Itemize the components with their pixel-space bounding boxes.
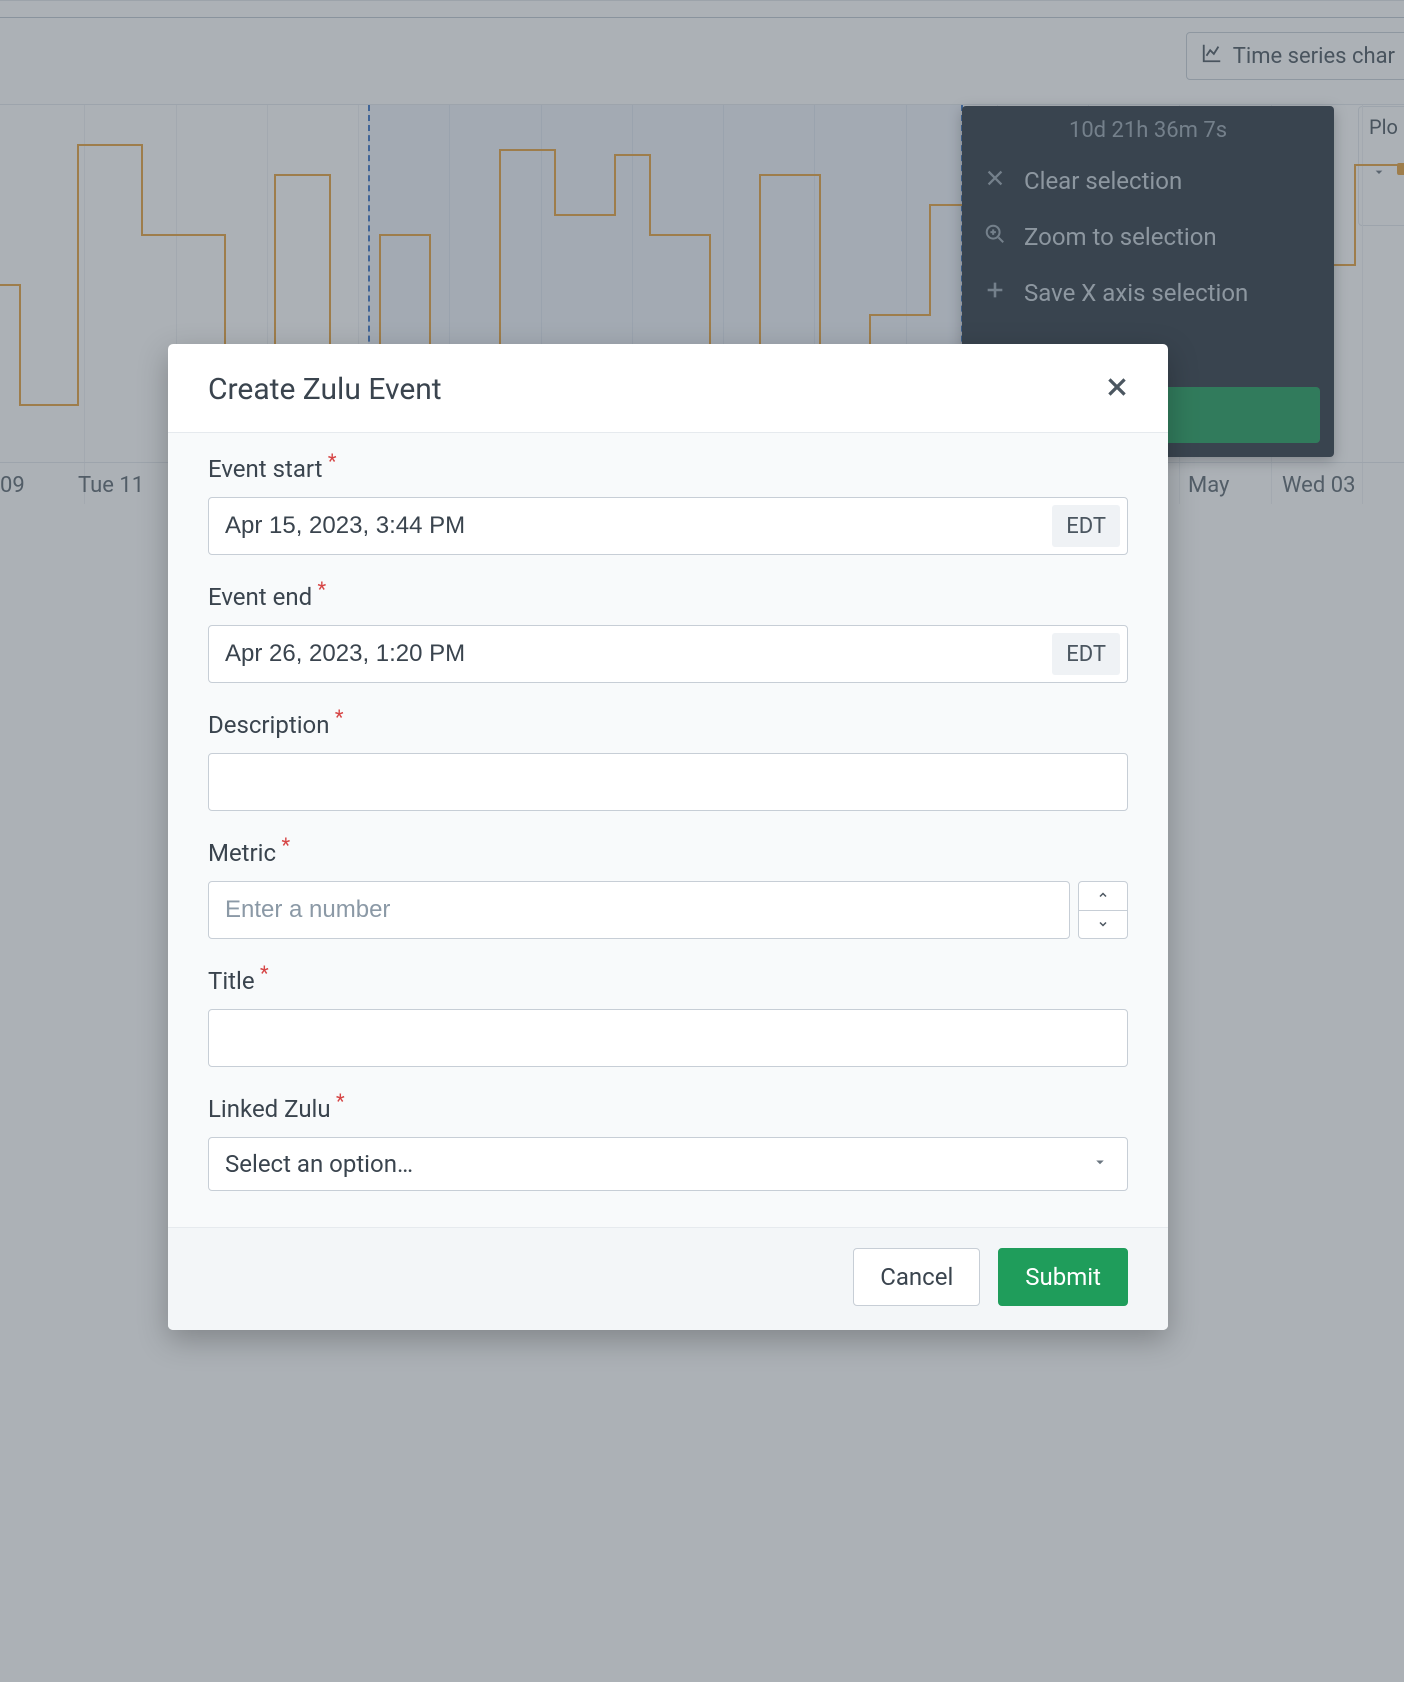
required-asterisk-icon: * (281, 833, 290, 857)
required-asterisk-icon: * (317, 577, 326, 601)
cancel-button-label: Cancel (880, 1263, 953, 1291)
event-end-input[interactable] (208, 625, 1128, 683)
timezone-badge: EDT (1052, 633, 1120, 675)
metric-field: Metric * (208, 839, 1128, 939)
required-asterisk-icon: * (328, 449, 337, 473)
close-icon (1104, 385, 1130, 404)
metric-increment-button[interactable] (1079, 882, 1127, 911)
required-asterisk-icon: * (336, 1089, 345, 1113)
description-label: Description * (208, 711, 330, 739)
field-label-text: Metric (208, 839, 276, 867)
submit-button[interactable]: Submit (998, 1248, 1128, 1306)
submit-button-label: Submit (1025, 1263, 1101, 1291)
modal-title: Create Zulu Event (208, 372, 442, 407)
linked-zulu-select[interactable]: Select an option… (208, 1137, 1128, 1191)
event-start-input[interactable] (208, 497, 1128, 555)
required-asterisk-icon: * (335, 705, 344, 729)
caret-down-icon (1091, 1153, 1109, 1175)
required-asterisk-icon: * (260, 961, 269, 985)
select-placeholder: Select an option… (225, 1150, 413, 1178)
chevron-down-icon (1095, 915, 1111, 934)
field-label-text: Description (208, 711, 330, 739)
title-input[interactable] (208, 1009, 1128, 1067)
title-label: Title * (208, 967, 255, 995)
modal-header: Create Zulu Event (168, 344, 1168, 433)
metric-input[interactable] (208, 881, 1070, 939)
metric-label: Metric * (208, 839, 276, 867)
linked-zulu-label: Linked Zulu * (208, 1095, 331, 1123)
create-zulu-event-modal: Create Zulu Event Event start * EDT Even… (168, 344, 1168, 1330)
description-input[interactable] (208, 753, 1128, 811)
chevron-up-icon (1095, 886, 1111, 905)
field-label-text: Title (208, 967, 255, 995)
modal-close-button[interactable] (1098, 368, 1136, 410)
field-label-text: Event end (208, 583, 312, 611)
cancel-button[interactable]: Cancel (853, 1248, 980, 1306)
field-label-text: Linked Zulu (208, 1095, 331, 1123)
metric-stepper (1078, 881, 1128, 939)
event-end-label: Event end * (208, 583, 312, 611)
field-label-text: Event start (208, 455, 322, 483)
modal-footer: Cancel Submit (168, 1227, 1168, 1330)
metric-decrement-button[interactable] (1079, 911, 1127, 939)
description-field: Description * (208, 711, 1128, 811)
event-start-label: Event start * (208, 455, 322, 483)
linked-zulu-field: Linked Zulu * Select an option… (208, 1095, 1128, 1191)
event-end-field: Event end * EDT (208, 583, 1128, 683)
timezone-badge: EDT (1052, 505, 1120, 547)
title-field: Title * (208, 967, 1128, 1067)
modal-body: Event start * EDT Event end * EDT Descri… (168, 433, 1168, 1227)
event-start-field: Event start * EDT (208, 455, 1128, 555)
